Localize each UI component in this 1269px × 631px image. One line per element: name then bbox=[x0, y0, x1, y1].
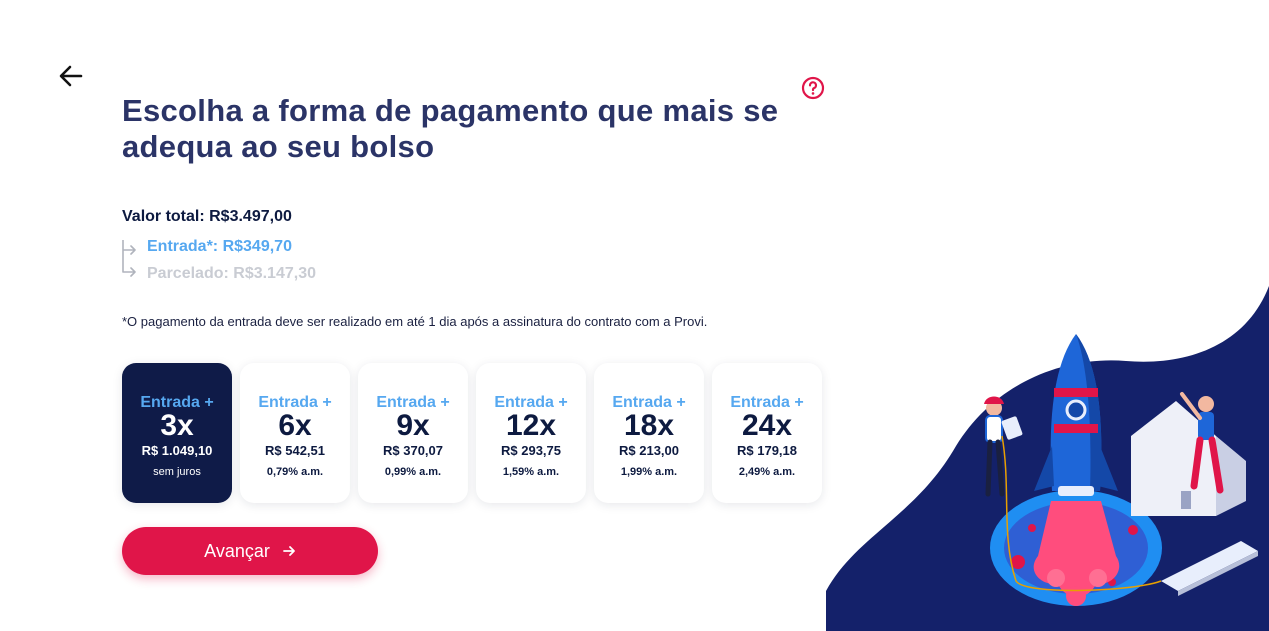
installment-option-24x[interactable]: Entrada + 24x R$ 179,18 2,49% a.m. bbox=[712, 363, 822, 503]
question-circle-icon bbox=[801, 76, 825, 100]
parcelado-value: Parcelado: R$3.147,30 bbox=[147, 265, 316, 282]
installment-option-9x[interactable]: Entrada + 9x R$ 370,07 0,99% a.m. bbox=[358, 363, 468, 503]
advance-button-label: Avançar bbox=[204, 540, 270, 561]
rocket-illustration bbox=[826, 286, 1269, 631]
arrow-left-icon bbox=[59, 65, 83, 87]
entrada-value: Entrada*: R$349,70 bbox=[147, 238, 292, 255]
page-title: Escolha a forma de pagamento que mais se… bbox=[122, 93, 779, 164]
option-installment-count: 3x bbox=[160, 409, 194, 442]
option-installment-value: R$ 542,51 bbox=[265, 443, 325, 458]
option-interest-rate: 2,49% a.m. bbox=[738, 466, 796, 478]
back-button[interactable] bbox=[56, 62, 86, 92]
arrow-right-icon bbox=[282, 546, 295, 556]
option-interest-rate: 1,99% a.m. bbox=[620, 466, 678, 478]
entrada-note: *O pagamento da entrada deve ser realiza… bbox=[122, 314, 708, 329]
option-installment-count: 12x bbox=[505, 409, 557, 442]
option-interest-rate: 1,59% a.m. bbox=[502, 466, 560, 478]
installment-options: Entrada + 3x R$ 1.049,10 sem juros Entra… bbox=[122, 363, 822, 503]
option-installment-count: 6x bbox=[278, 409, 312, 442]
option-installment-value: R$ 370,07 bbox=[383, 443, 443, 458]
tree-connector-icon bbox=[122, 240, 136, 277]
option-installment-count: 18x bbox=[623, 409, 675, 442]
installment-option-12x[interactable]: Entrada + 12x R$ 293,75 1,59% a.m. bbox=[476, 363, 586, 503]
option-installment-value: R$ 293,75 bbox=[501, 443, 561, 458]
installment-option-18x[interactable]: Entrada + 18x R$ 213,00 1,99% a.m. bbox=[594, 363, 704, 503]
help-button[interactable] bbox=[801, 76, 825, 100]
option-installment-count: 24x bbox=[741, 409, 793, 442]
installment-option-3x[interactable]: Entrada + 3x R$ 1.049,10 sem juros bbox=[122, 363, 232, 503]
advance-button[interactable]: Avançar bbox=[122, 527, 378, 575]
option-installment-value: R$ 1.049,10 bbox=[141, 443, 213, 458]
option-interest-rate: 0,79% a.m. bbox=[266, 466, 324, 478]
option-installment-count: 9x bbox=[396, 409, 430, 442]
total-value: Valor total: R$3.497,00 bbox=[122, 208, 292, 225]
installment-option-6x[interactable]: Entrada + 6x R$ 542,51 0,79% a.m. bbox=[240, 363, 350, 503]
option-installment-value: R$ 179,18 bbox=[737, 443, 797, 458]
option-installment-value: R$ 213,00 bbox=[619, 443, 679, 458]
option-interest-rate: sem juros bbox=[153, 466, 201, 478]
option-interest-rate: 0,99% a.m. bbox=[384, 466, 442, 478]
